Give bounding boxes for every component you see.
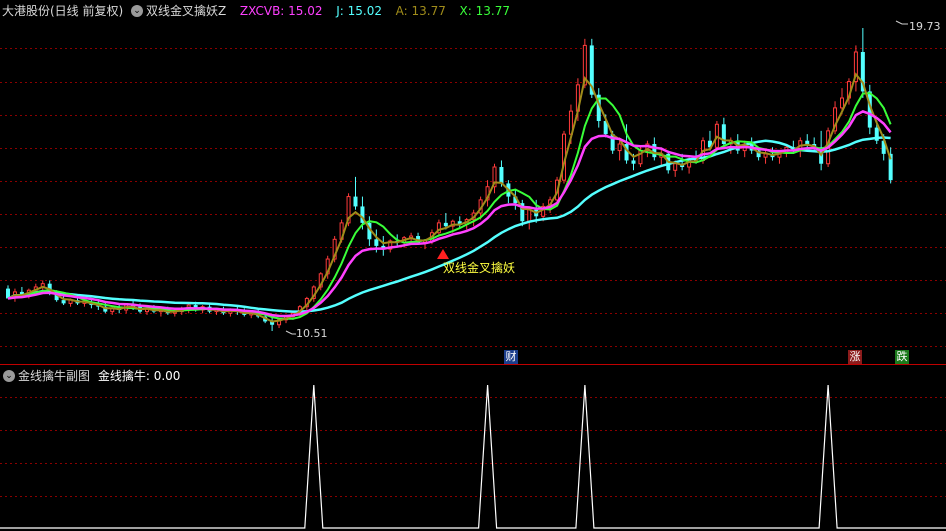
signal-label: 双线金叉擒妖	[443, 260, 515, 275]
low-price-pointer	[285, 330, 296, 335]
candlesticks	[6, 28, 893, 331]
candle-body	[840, 97, 844, 109]
chart-canvas[interactable]: 19.73 10.51 双线金叉擒妖	[0, 0, 946, 531]
candle-body	[353, 196, 358, 207]
candle-body	[631, 160, 636, 164]
sub-chart-header: ⌄ 金线擒牛副图 金线擒牛: 0.00	[0, 367, 180, 385]
candle-body	[617, 143, 622, 152]
signal-triangle-icon	[437, 249, 449, 259]
candle-body	[499, 167, 504, 184]
event-marker-zhang[interactable]: 涨	[848, 350, 862, 364]
candle-body	[61, 300, 66, 304]
line-a-green	[7, 92, 892, 320]
event-marker-cai[interactable]: 财	[504, 350, 518, 364]
sub-line-value: 0.00	[153, 369, 181, 383]
annotations: 19.73 10.51 双线金叉擒妖	[285, 20, 941, 340]
high-price-label: 19.73	[909, 20, 941, 33]
line-zxcvb-olive	[7, 72, 892, 323]
event-marker-die[interactable]: 跌	[895, 350, 909, 364]
sub-indicator-name[interactable]: 金线擒牛副图	[18, 369, 90, 383]
indicator-lines	[7, 72, 892, 323]
sub-line-spikes	[0, 384, 946, 529]
low-price-label: 10.51	[296, 327, 328, 340]
candle-body	[443, 222, 448, 227]
chevron-down-icon[interactable]: ⌄	[3, 369, 15, 382]
sub-chart-lines	[0, 384, 946, 529]
candle-body	[652, 144, 657, 158]
sub-line-label: 金线擒牛:	[97, 369, 150, 383]
candle-body	[673, 163, 678, 171]
high-price-pointer	[895, 20, 908, 25]
candle-body	[527, 209, 532, 222]
candle-body	[374, 239, 379, 246]
line-x-cyan	[7, 136, 891, 313]
candle-body	[805, 140, 810, 145]
